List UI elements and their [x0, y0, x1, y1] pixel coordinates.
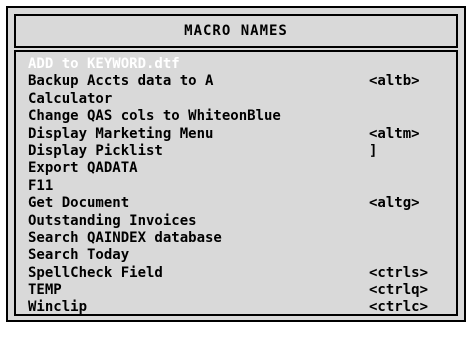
- macro-name: Display Marketing Menu: [28, 125, 214, 142]
- macro-shortcut: ]: [369, 142, 378, 159]
- macro-shortcut: <altg>: [369, 195, 420, 212]
- macro-item[interactable]: SpellCheck Field <ctrls>: [28, 265, 446, 282]
- macro-shortcut: <ctrls>: [369, 264, 429, 281]
- macro-item[interactable]: F11: [28, 178, 446, 195]
- macro-name: Winclip: [28, 299, 88, 316]
- macro-name: Export QADATA: [28, 160, 138, 177]
- macro-item[interactable]: TEMP <ctrlq>: [28, 282, 446, 299]
- macro-item[interactable]: Backup Accts data to A <altb>: [28, 73, 446, 90]
- macro-name: Get Document: [28, 195, 130, 212]
- macro-item[interactable]: Get Document <altg>: [28, 195, 446, 212]
- macro-name: Search Today: [28, 247, 130, 264]
- macro-item[interactable]: Winclip <ctrlc>: [28, 299, 446, 316]
- macro-item[interactable]: Change QAS cols to WhiteonBlue: [28, 108, 446, 125]
- macro-item[interactable]: ADD to KEYWORD.dtf: [28, 56, 446, 73]
- macro-item[interactable]: Calculator: [28, 91, 446, 108]
- macro-item[interactable]: Display Marketing Menu <altm>: [28, 126, 446, 143]
- macro-shortcut: <altb>: [369, 73, 420, 90]
- macro-name: F11: [28, 177, 54, 194]
- macro-name: Change QAS cols to WhiteonBlue: [28, 108, 281, 125]
- macro-name: Backup Accts data to A: [28, 73, 214, 90]
- macro-item[interactable]: Search QAINDEX database: [28, 230, 446, 247]
- macro-name: Search QAINDEX database: [28, 229, 222, 246]
- macro-shortcut: <ctrlq>: [369, 282, 429, 299]
- macro-name: Display Picklist: [28, 142, 163, 159]
- macro-name: SpellCheck Field: [28, 264, 163, 281]
- macro-shortcut: <altm>: [369, 125, 420, 142]
- macro-name: ADD to KEYWORD.dtf: [28, 56, 180, 72]
- macro-item[interactable]: Search Today: [28, 247, 446, 264]
- macro-item[interactable]: Export QADATA: [28, 160, 446, 177]
- macro-shortcut: <ctrlc>: [369, 299, 429, 316]
- macro-list[interactable]: ADD to KEYWORD.dtf Backup Accts data to …: [14, 50, 458, 316]
- macro-name: Outstanding Invoices: [28, 212, 197, 229]
- macro-item[interactable]: Outstanding Invoices: [28, 213, 446, 230]
- macro-name: TEMP: [28, 282, 62, 299]
- macro-names-dialog: MACRO NAMES ADD to KEYWORD.dtf Backup Ac…: [6, 6, 466, 322]
- macro-name: Calculator: [28, 90, 113, 107]
- macro-item[interactable]: Display Picklist ]: [28, 143, 446, 160]
- dialog-title: MACRO NAMES: [14, 14, 458, 48]
